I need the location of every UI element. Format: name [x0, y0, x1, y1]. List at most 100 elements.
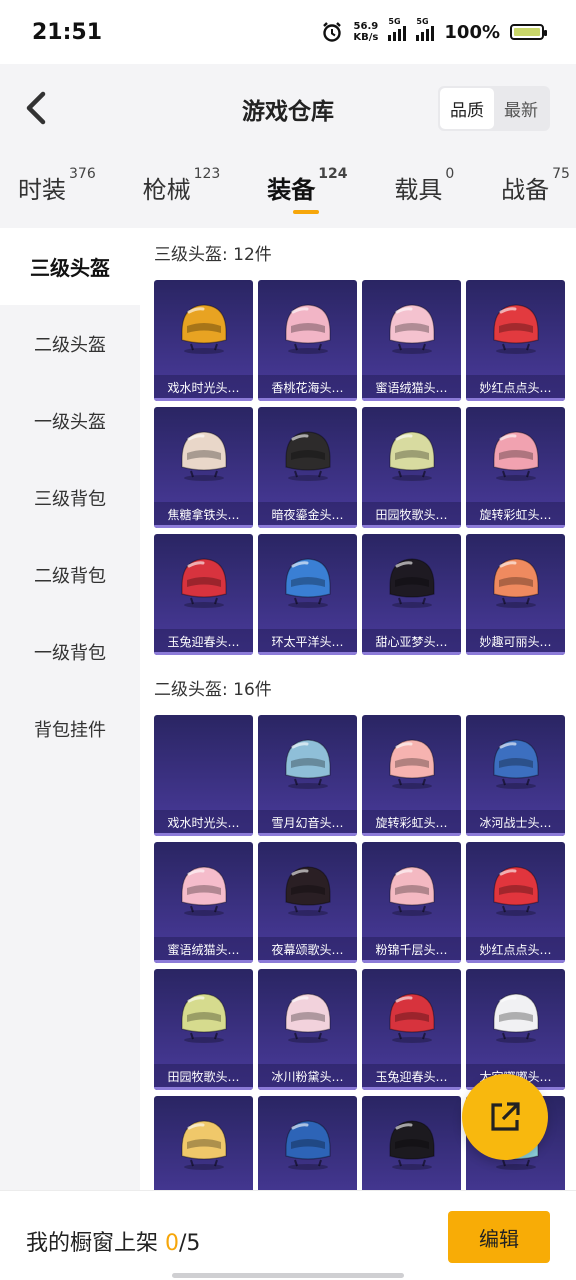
item-card[interactable]: 环太平洋头…: [258, 1096, 357, 1190]
item-card[interactable]: 夜幕颂歌头…: [258, 842, 357, 963]
duck-helmet-icon: [181, 1120, 227, 1170]
sidebar-item-level2-backpack[interactable]: 二级背包: [0, 536, 140, 613]
tab-fashion[interactable]: 时装376: [18, 152, 96, 205]
crepe-helmet-icon: [493, 558, 539, 608]
empty-slot-icon: [173, 731, 235, 793]
alarm-icon: [323, 22, 342, 42]
night-helmet-icon: [285, 866, 331, 916]
item-card[interactable]: 玉兔迎春头…: [154, 534, 253, 655]
sort-quality-button[interactable]: 品质: [440, 88, 494, 129]
item-name: 香桃花海头…: [258, 375, 357, 401]
green-helmet-icon: [389, 431, 435, 481]
cat-helmet-icon: [181, 866, 227, 916]
item-card[interactable]: 戏水时光头…: [154, 715, 253, 836]
item-name: 妙红点点头…: [466, 375, 565, 401]
pink-helmet-icon: [389, 866, 435, 916]
item-card[interactable]: 甜心亚梦头…: [362, 534, 461, 655]
black-gold-helmet-icon: [285, 431, 331, 481]
item-name: 戏水时光头…: [154, 810, 253, 836]
item-card[interactable]: 田园牧歌头…: [362, 407, 461, 528]
item-name: 旋转彩虹头…: [466, 502, 565, 528]
item-card[interactable]: 焦糖拿铁头…: [154, 407, 253, 528]
item-name: 粉锦千层头…: [362, 937, 461, 963]
item-card[interactable]: 蜜语绒猫头…: [362, 280, 461, 401]
glacier-helmet-icon: [285, 993, 331, 1043]
battery-icon: [510, 24, 547, 40]
item-card[interactable]: 环太平洋头…: [258, 534, 357, 655]
sort-latest-button[interactable]: 最新: [494, 88, 548, 129]
green-helmet-icon: [181, 993, 227, 1043]
item-card[interactable]: 雪月幻音头…: [258, 715, 357, 836]
item-card[interactable]: 妙红点点头…: [466, 280, 565, 401]
item-card[interactable]: 暗夜鎏金头…: [258, 407, 357, 528]
item-card[interactable]: 冰河战士头…: [466, 715, 565, 836]
section-title-level3: 三级头盔: 12件: [154, 245, 272, 265]
item-card[interactable]: 粉锦千层头…: [362, 842, 461, 963]
item-name: 蜜语绒猫头…: [362, 375, 461, 401]
item-name: 戏水时光头…: [154, 375, 253, 401]
red-helmet-icon: [493, 304, 539, 354]
section-title-level2: 二级头盔: 16件: [154, 680, 272, 700]
sidebar-item-level2-helmet[interactable]: 二级头盔: [0, 305, 140, 382]
item-card[interactable]: 甜心亚梦头…: [362, 1096, 461, 1190]
item-name: 夜幕颂歌头…: [258, 937, 357, 963]
tab-guns[interactable]: 枪械123: [143, 152, 221, 205]
sidebar: 三级头盔 二级头盔 一级头盔 三级背包 二级背包 一级背包 背包挂件: [0, 228, 140, 1190]
header: 游戏仓库 品质 最新: [0, 64, 576, 152]
item-name: 环太平洋头…: [258, 629, 357, 655]
item-name: 妙红点点头…: [466, 937, 565, 963]
item-list: 三级头盔: 12件 戏水时光头… 香桃花海头… 蜜语绒猫头… 妙红点点头… 焦糖拿铁头……: [140, 228, 576, 1190]
peach-helmet-icon: [389, 739, 435, 789]
item-card[interactable]: 田园牧歌头…: [154, 969, 253, 1090]
mecha-helmet-icon: [285, 558, 331, 608]
signal-icon-2: 5G: [416, 17, 435, 41]
battery-percent: 100%: [444, 21, 500, 43]
pacific-helmet-icon: [285, 1120, 331, 1170]
space-helmet-icon: [493, 993, 539, 1043]
ice-helmet-icon: [493, 739, 539, 789]
blue-helmet-icon: [285, 739, 331, 789]
status-time: 21:51: [32, 19, 103, 45]
sidebar-item-level1-backpack[interactable]: 一级背包: [0, 613, 140, 690]
item-card[interactable]: 玉兔迎春头…: [362, 969, 461, 1090]
item-card[interactable]: 太空嘟嘟头…: [466, 969, 565, 1090]
item-grid-level3: 戏水时光头… 香桃花海头… 蜜语绒猫头… 妙红点点头… 焦糖拿铁头… 暗夜鎏金头… 田园牧歌…: [154, 280, 576, 655]
item-name: 妙趣可丽头…: [466, 629, 565, 655]
item-name: 暗夜鎏金头…: [258, 502, 357, 528]
home-indicator[interactable]: [172, 1273, 404, 1278]
tab-vehicles[interactable]: 载具0: [394, 152, 454, 205]
item-name: 冰川粉黛头…: [258, 1064, 357, 1090]
sidebar-item-level3-backpack[interactable]: 三级背包: [0, 459, 140, 536]
item-name: 玉兔迎春头…: [362, 1064, 461, 1090]
showcase-status: 我的橱窗上架 0/5: [26, 1231, 201, 1256]
item-name: 蜜语绒猫头…: [154, 937, 253, 963]
item-card[interactable]: 旋转彩虹头…: [362, 715, 461, 836]
tab-supplies[interactable]: 战备75: [501, 152, 570, 205]
sort-toggle: 品质 最新: [438, 86, 550, 131]
edit-button[interactable]: 编辑: [448, 1211, 550, 1263]
item-name: 田园牧歌头…: [362, 502, 461, 528]
item-card[interactable]: 香桃花海头…: [258, 280, 357, 401]
item-card[interactable]: 冰川粉黛头…: [258, 969, 357, 1090]
pink-helmet-icon: [285, 304, 331, 354]
category-tabs: 时装376 枪械123 装备124 载具0 战备75: [0, 152, 576, 228]
rabbit-helmet-icon: [181, 558, 227, 608]
sidebar-item-level3-helmet[interactable]: 三级头盔: [0, 228, 140, 305]
signal-icon: 5G: [388, 17, 407, 41]
status-bar: 21:51 56.9 KB/s 5G 5G 100%: [0, 0, 576, 64]
item-card[interactable]: 妙趣可丽头…: [466, 534, 565, 655]
latte-helmet-icon: [181, 431, 227, 481]
sidebar-item-backpack-charm[interactable]: 背包挂件: [0, 690, 140, 767]
item-card[interactable]: 蜜语绒猫头…: [154, 842, 253, 963]
item-card[interactable]: 垂柳戏鸭头…: [154, 1096, 253, 1190]
item-card[interactable]: 旋转彩虹头…: [466, 407, 565, 528]
item-card[interactable]: 戏水时光头…: [154, 280, 253, 401]
item-name: 田园牧歌头…: [154, 1064, 253, 1090]
sidebar-item-level1-helmet[interactable]: 一级头盔: [0, 382, 140, 459]
yellow-helmet-icon: [181, 304, 227, 354]
item-name: 玉兔迎春头…: [154, 629, 253, 655]
share-button[interactable]: [462, 1074, 548, 1160]
item-card[interactable]: 妙红点点头…: [466, 842, 565, 963]
tab-equipment[interactable]: 装备124: [267, 152, 347, 214]
item-name: 冰河战士头…: [466, 810, 565, 836]
